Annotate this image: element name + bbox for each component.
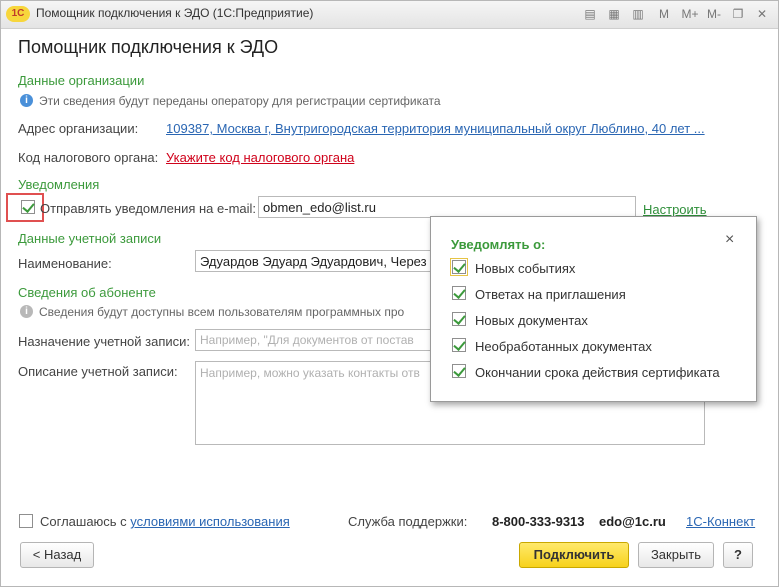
- section-account: Данные учетной записи: [18, 231, 162, 246]
- tax-label: Код налогового органа:: [18, 150, 159, 165]
- info-icon: i: [20, 305, 33, 318]
- option-label: Новых документах: [475, 313, 588, 328]
- configure-link[interactable]: Настроить: [643, 202, 707, 217]
- address-label: Адрес организации:: [18, 121, 139, 136]
- calc-icon[interactable]: ▥: [630, 6, 646, 22]
- close-icon[interactable]: ×: [725, 231, 734, 249]
- restore-icon[interactable]: ❐: [730, 6, 746, 22]
- tax-link[interactable]: Укажите код налогового органа: [166, 150, 354, 165]
- option-checkbox[interactable]: [452, 338, 466, 352]
- option-label: Ответах на приглашения: [475, 287, 626, 302]
- account-name-label: Наименование:: [18, 256, 112, 271]
- subscriber-hint: Сведения будут доступны всем пользовател…: [39, 305, 405, 319]
- agree-label: Соглашаюсь с условиями использования: [40, 514, 290, 529]
- info-icon: i: [20, 94, 33, 107]
- section-notifications: Уведомления: [18, 177, 100, 192]
- option-label: Новых событиях: [475, 261, 576, 276]
- memory-button[interactable]: M: [656, 6, 672, 22]
- close-icon[interactable]: ✕: [754, 6, 770, 22]
- email-field[interactable]: obmen_edo@list.ru: [258, 196, 636, 218]
- app-logo-icon: 1C: [6, 6, 30, 22]
- help-button[interactable]: ?: [723, 542, 753, 568]
- connect-link[interactable]: 1С-Коннект: [686, 514, 755, 529]
- memory-plus-button[interactable]: M+: [680, 6, 700, 22]
- page-title: Помощник подключения к ЭДО: [18, 37, 279, 57]
- support-email: edo@1c.ru: [599, 514, 666, 529]
- popup-title: Уведомлять о:: [451, 237, 546, 252]
- option-checkbox[interactable]: [452, 312, 466, 326]
- option-label: Окончании срока действия сертификата: [475, 365, 720, 380]
- section-org: Данные организации: [18, 73, 145, 88]
- memory-minus-button[interactable]: M-: [704, 6, 724, 22]
- option-label: Необработанных документах: [475, 339, 652, 354]
- close-button[interactable]: Закрыть: [638, 542, 714, 568]
- purpose-label: Назначение учетной записи:: [18, 334, 191, 349]
- section-subscriber: Сведения об абоненте: [18, 285, 156, 300]
- support-label: Служба поддержки:: [348, 514, 468, 529]
- send-email-checkbox[interactable]: [21, 200, 35, 214]
- agree-checkbox[interactable]: [19, 514, 33, 528]
- connect-button[interactable]: Подключить: [519, 542, 629, 568]
- title-bar: 1C Помощник подключения к ЭДО (1С:Предпр…: [0, 0, 779, 29]
- option-checkbox[interactable]: [452, 364, 466, 378]
- agree-prefix: Соглашаюсь с: [40, 514, 131, 529]
- option-checkbox[interactable]: [452, 260, 466, 274]
- account-name-field[interactable]: Эдуардов Эдуард Эдуардович, Через: [195, 250, 435, 272]
- description-placeholder: Например, можно указать контакты отв: [200, 366, 420, 380]
- address-link[interactable]: 109387, Москва г, Внутригородская террит…: [166, 121, 705, 136]
- calendar-icon[interactable]: ▦: [606, 6, 622, 22]
- purpose-field[interactable]: Например, "Для документов от постав: [195, 329, 435, 351]
- support-phone: 8-800-333-9313: [492, 514, 585, 529]
- notify-popup: Уведомлять о: × Новых событиях Ответах н…: [430, 216, 757, 402]
- send-email-label: Отправлять уведомления на e-mail:: [40, 201, 257, 216]
- terms-link[interactable]: условиями использования: [130, 514, 289, 529]
- back-button[interactable]: < Назад: [20, 542, 94, 568]
- doc-icon[interactable]: ▤: [582, 6, 598, 22]
- org-hint: Эти сведения будут переданы оператору дл…: [39, 94, 441, 108]
- window-title: Помощник подключения к ЭДО (1С:Предприят…: [36, 6, 314, 20]
- option-checkbox[interactable]: [452, 286, 466, 300]
- description-label: Описание учетной записи:: [18, 364, 178, 379]
